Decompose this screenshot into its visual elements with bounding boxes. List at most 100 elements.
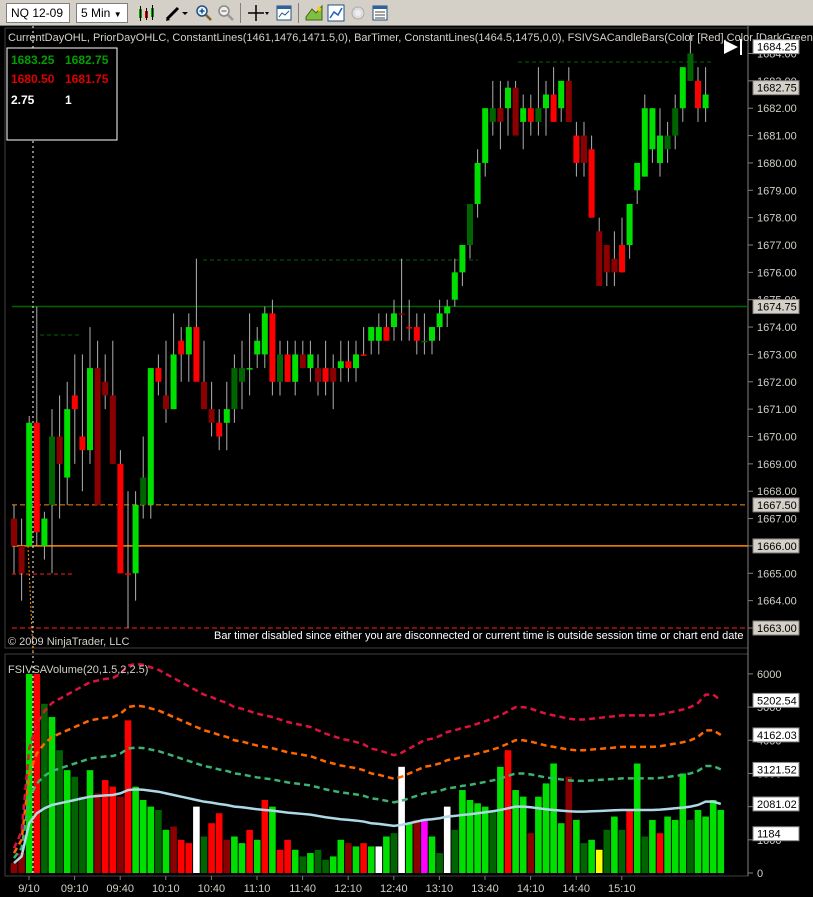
price-tick-label: 1681.00: [757, 131, 797, 143]
time-tick-label: 09:40: [106, 883, 134, 895]
candle-body: [201, 381, 207, 410]
zoom-out-icon[interactable]: [216, 3, 236, 23]
volume-tick-label: 6000: [757, 669, 781, 681]
time-tick-label: 12:40: [380, 883, 408, 895]
price-tick-label: 1664.00: [757, 596, 797, 608]
price-label-text: 1663.00: [757, 623, 797, 635]
zoom-in-icon[interactable]: [194, 3, 214, 23]
price-label-text: 1684.25: [757, 42, 797, 54]
indicator-list: CurrentDayOHL, PriorDayOHLC, ConstantLin…: [8, 32, 813, 44]
time-tick-label: 09:10: [61, 883, 89, 895]
volume-bar: [269, 806, 276, 873]
volume-bar: [94, 793, 101, 873]
price-tick-label: 1673.00: [757, 349, 797, 361]
volume-labels: 5202.54 4162.03 3121.52 2081.02 1184: [752, 692, 800, 842]
candle-body: [702, 94, 709, 109]
candle-body: [193, 327, 200, 382]
candle-body: [216, 422, 223, 437]
candle-body: [178, 340, 185, 355]
interval-dropdown[interactable]: 5 Min ▼: [76, 3, 128, 23]
time-tick-label: 14:10: [517, 883, 545, 895]
time-tick-label: 12:10: [334, 883, 362, 895]
candle-body: [307, 354, 314, 369]
volume-bar: [345, 843, 352, 873]
crosshair-icon[interactable]: [246, 3, 270, 23]
volume-bar: [679, 773, 687, 873]
time-tick-label: 10:10: [152, 883, 180, 895]
candle-body: [543, 94, 549, 109]
candle-body: [18, 545, 25, 574]
price-tick-label: 1668.00: [757, 486, 797, 498]
volume-bar: [664, 816, 671, 873]
volume-bar: [337, 839, 345, 873]
volume-bar: [618, 829, 626, 873]
candle-body: [679, 67, 686, 109]
candle-body: [254, 340, 261, 355]
candle-body: [315, 368, 321, 382]
price-tick-label: 1680.00: [757, 158, 797, 170]
candle-body: [512, 87, 519, 136]
volume-bar: [253, 839, 261, 873]
volume-bar: [215, 813, 223, 873]
candle-body: [641, 108, 648, 177]
candle-body: [125, 573, 131, 575]
candle-body: [79, 436, 86, 451]
volume-bar: [352, 846, 360, 873]
candle-body: [596, 231, 603, 287]
candle-body: [102, 381, 109, 396]
volume-bar: [595, 849, 603, 873]
volume-bar: [208, 823, 215, 873]
strategy-icon[interactable]: [304, 3, 324, 23]
candle-body: [109, 395, 116, 464]
candle-body: [330, 368, 337, 382]
volume-bar: [170, 826, 177, 873]
volume-bar: [656, 833, 664, 873]
volume-tick-label: 0: [757, 868, 763, 880]
volume-bar: [291, 849, 299, 873]
candle-body: [626, 203, 633, 245]
candle-body: [687, 53, 694, 81]
properties-icon[interactable]: [274, 3, 294, 23]
price-tick-label: 1672.00: [757, 377, 797, 389]
candle-body: [383, 327, 390, 341]
volume-bar: [580, 843, 588, 873]
candle-body: [71, 395, 78, 410]
candle-body: [619, 245, 625, 273]
volume-bar: [200, 836, 208, 873]
volume-label-text: 5202.54: [757, 695, 797, 707]
pencil-draw-icon[interactable]: [164, 3, 190, 23]
volume-bar: [246, 829, 253, 873]
volume-bar: [611, 816, 618, 873]
time-tick-label: 13:10: [426, 883, 454, 895]
candle-body: [535, 108, 542, 122]
candle-body: [284, 354, 291, 382]
candle-body: [337, 361, 344, 369]
candle-body: [322, 368, 329, 382]
volume-bar: [497, 766, 504, 873]
data-box-icon[interactable]: [370, 3, 390, 23]
candle-body: [664, 135, 671, 150]
price-label-text: 1674.75: [757, 302, 797, 314]
time-tick-label: 11:10: [244, 883, 271, 895]
bar-type-icon[interactable]: [136, 3, 160, 23]
volume-bar: [489, 809, 497, 873]
chart-trader-icon[interactable]: [326, 3, 346, 23]
candle-body: [87, 368, 93, 451]
bid-price: 1683.25: [11, 53, 55, 67]
time-tick-label: 11:40: [289, 883, 316, 895]
record-icon[interactable]: [348, 3, 368, 23]
chart-area[interactable]: CurrentDayOHL, PriorDayOHLC, ConstantLin…: [0, 26, 813, 897]
price-tick-label: 1667.00: [757, 514, 797, 526]
price-tick-label: 1676.00: [757, 267, 797, 279]
chevron-down-icon: ▼: [113, 10, 122, 19]
candle-body: [140, 477, 147, 505]
volume-indicator-title: FSIVSAVolume(20,1.5,2,2.5): [8, 664, 148, 676]
volume-bar: [33, 673, 41, 873]
volume-bar: [451, 829, 459, 873]
candle-body: [94, 368, 101, 505]
instrument-dropdown[interactable]: NQ 12-09 ▼: [6, 3, 70, 33]
volume-bar: [405, 823, 413, 873]
candle-body: [672, 108, 679, 136]
volume-bar: [360, 843, 367, 873]
volume-bar: [504, 750, 512, 873]
